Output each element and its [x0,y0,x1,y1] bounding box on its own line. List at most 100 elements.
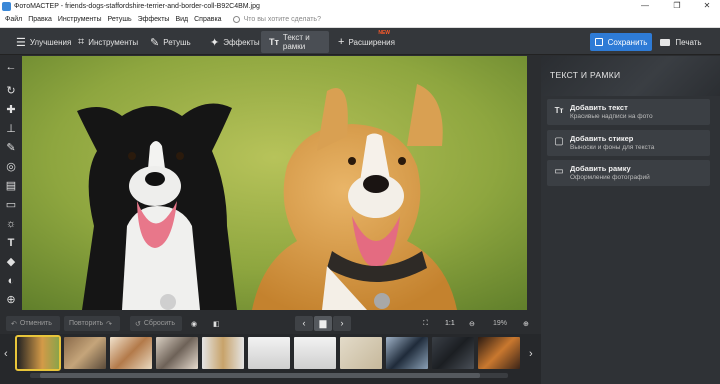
card-subtitle: Красивые надписи на фото [570,113,653,120]
thumbnail[interactable] [294,337,336,369]
card-subtitle: Выноски и фоны для текста [570,144,655,151]
text-icon: Tт [554,106,564,115]
zoom-ratio-button[interactable]: 1:1 [440,316,460,331]
gradient-filter-icon[interactable]: ▤ [3,178,19,194]
menu-view[interactable]: Вид [172,16,191,23]
fit-screen-icon[interactable]: ⛶ [418,316,436,331]
text-tool-icon[interactable]: T [3,235,19,251]
photo-canvas[interactable] [22,56,527,310]
thumbnail[interactable] [432,337,474,369]
tab-enhancements[interactable]: ☰ Улучшения [8,31,79,53]
maximize-button[interactable]: ❐ [664,0,690,12]
thumbnail[interactable] [64,337,106,369]
add-text-card[interactable]: Tт Добавить текст Красивые надписи на фо… [547,99,710,125]
text-icon: Tт [269,37,279,47]
menu-effects[interactable]: Эффекты [135,16,173,23]
app-logo-icon [2,1,11,11]
menu-bar: Файл Правка Инструменты Ретушь Эффекты В… [0,12,720,28]
filmstrip-scroll-thumb[interactable] [40,373,480,378]
save-button[interactable]: Сохранить [590,33,652,51]
zoom-out-icon[interactable]: ⊖ [464,316,482,331]
filmstrip-left-arrow-icon[interactable]: ‹ [4,348,8,360]
panel-title: ТЕКСТ И РАМКИ [550,70,621,80]
fill-icon[interactable]: ◆ [3,254,19,270]
prev-photo-button[interactable]: ‹ [295,316,313,331]
rotate-icon[interactable]: ↻ [3,83,19,99]
sliders-icon: ☰ [16,36,26,49]
preview-eye-icon[interactable]: ◉ [186,316,204,331]
panel-header: ТЕКСТ И РАМКИ [541,56,720,96]
thumbnail[interactable] [340,337,382,369]
menu-edit[interactable]: Правка [25,16,55,23]
thumbnail[interactable] [202,337,244,369]
vignette-icon[interactable]: ▭ [3,197,19,213]
print-button[interactable]: Печать [656,33,706,51]
light-icon[interactable]: ☼ [3,216,19,232]
filmstrip-right-arrow-icon[interactable]: › [529,348,533,360]
save-label: Сохранить [607,37,648,47]
thumbnail[interactable] [156,337,198,369]
next-photo-button[interactable]: › [333,316,351,331]
menu-help[interactable]: Справка [191,16,224,23]
target-icon[interactable]: ⊕ [3,292,19,308]
thumbnail[interactable] [386,337,428,369]
brush-tool-icon[interactable]: ✎ [3,140,19,156]
sticker-icon: ▢ [554,136,564,147]
tab-label: Расширения [348,37,395,47]
tab-retouch[interactable]: ✎ Ретушь [142,31,199,53]
undo-label: Отменить [19,320,52,327]
filmstrip: ‹ › [0,334,541,384]
tab-tools[interactable]: ⌗ Инструменты [70,31,146,53]
search-icon [232,16,240,23]
tab-label: Текст и рамки [282,33,310,51]
bottom-toolbar: ↶ Отменить Повторить ↷ ↺ Сбросить ◉ ◧ ‹ … [0,312,541,334]
save-icon [594,38,603,46]
add-frame-card[interactable]: ▭ Добавить рамку Оформление фотографий [547,160,710,186]
close-window-button[interactable]: ✕ [694,0,720,12]
radial-filter-icon[interactable]: ◎ [3,159,19,175]
window-title: ФотоМАСТЕР - friends-dogs-staffordshire-… [14,2,260,10]
stamp-icon[interactable]: ⊥ [3,121,19,137]
undo-button[interactable]: ↶ Отменить [6,316,60,331]
tab-label: Ретушь [163,37,191,47]
card-subtitle: Оформление фотографий [570,174,650,181]
thumbnail-selected[interactable] [15,335,61,371]
reset-button[interactable]: ↺ Сбросить [130,316,182,331]
print-label: Печать [675,37,702,47]
reset-icon: ↺ [135,320,141,328]
thumbnail[interactable] [110,337,152,369]
add-sticker-card[interactable]: ▢ Добавить стикер Выноски и фоны для тек… [547,130,710,156]
back-arrow-icon[interactable]: ← [3,59,19,75]
folder-icon[interactable]: ▆ [314,316,332,331]
tab-extensions[interactable]: + Расширения NEW [330,30,395,53]
printer-icon [660,38,671,46]
thumbnail[interactable] [248,337,290,369]
new-badge: NEW [378,30,390,36]
thumbnail[interactable] [478,337,520,369]
title-bar: ФотоМАСТЕР - friends-dogs-staffordshire-… [0,0,720,12]
redo-button[interactable]: Повторить ↷ [64,316,120,331]
card-title: Добавить текст [570,103,628,112]
reset-label: Сбросить [143,320,175,327]
command-search[interactable]: Что вы хотите сделать? [232,16,321,23]
menu-file[interactable]: Файл [2,16,25,23]
search-placeholder: Что вы хотите сделать? [243,16,321,23]
healing-brush-icon[interactable]: ✚ [3,102,19,118]
tab-text-and-frames[interactable]: Tт Текст и рамки [261,31,329,53]
magic-wand-icon: ✦ [210,36,220,49]
compare-icon[interactable]: ◧ [208,316,226,331]
crop-icon: ⌗ [78,35,85,48]
menu-tools[interactable]: Инструменты [55,16,105,23]
right-panel: ТЕКСТ И РАМКИ Tт Добавить текст Красивые… [541,56,720,384]
tab-effects[interactable]: ✦ Эффекты [202,31,268,53]
undo-icon: ↶ [11,320,17,328]
menu-retouch[interactable]: Ретушь [105,16,135,23]
dogs-photo [22,56,527,310]
plus-icon: + [338,36,345,48]
minimize-button[interactable]: — [632,0,658,12]
zoom-in-icon[interactable]: ⊕ [518,316,536,331]
color-drop-icon[interactable]: ◐ [3,273,19,289]
left-toolbar: ← ↻ ✚ ⊥ ✎ ◎ ▤ ▭ ☼ T ◆ ◐ ⊕ [0,56,22,314]
tab-label: Эффекты [223,37,260,47]
brush-icon: ✎ [150,36,160,49]
